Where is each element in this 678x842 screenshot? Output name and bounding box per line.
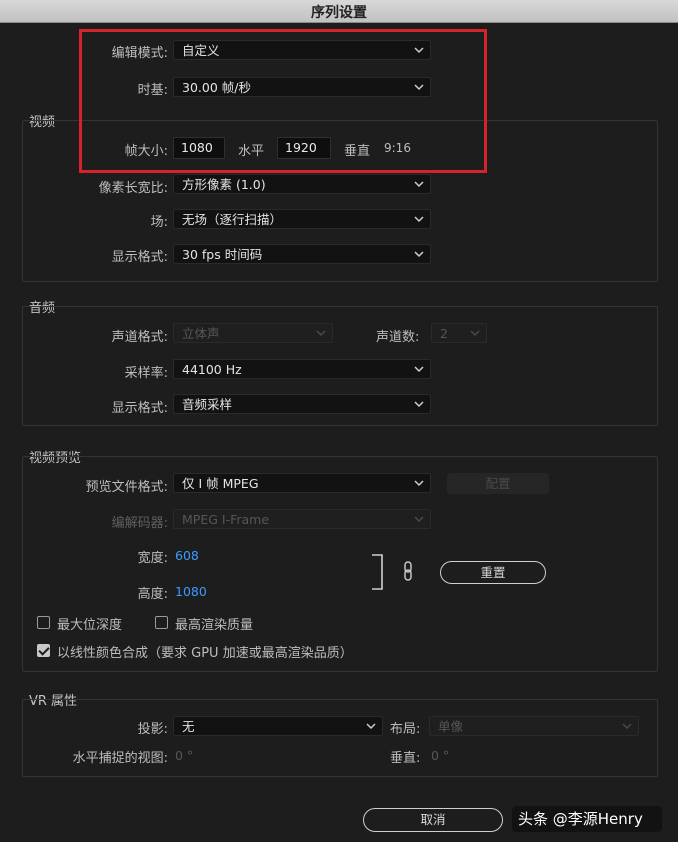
config-button[interactable]: 配置 [447, 473, 549, 494]
cancel-button[interactable]: 取消 [363, 808, 503, 832]
preview-format-value: 仅 I 帧 MPEG [182, 476, 259, 491]
chevron-down-icon [470, 330, 480, 337]
max-bit-depth-label: 最大位深度 [57, 618, 123, 633]
channel-count-dropdown[interactable]: 2 [431, 323, 487, 343]
codec-dropdown[interactable]: MPEG I-Frame [173, 509, 431, 529]
v-fov-label: 垂直: [390, 751, 421, 766]
chevron-down-icon [414, 216, 424, 223]
horizontal-label: 水平 [238, 144, 265, 159]
channel-count-label: 声道数: [376, 330, 420, 345]
timebase-dropdown[interactable]: 30.00 帧/秒 [173, 77, 431, 97]
preview-format-label: 预览文件格式: [85, 480, 168, 495]
channel-format-dropdown[interactable]: 立体声 [173, 323, 333, 343]
width-label: 宽度: [137, 551, 168, 566]
codec-value: MPEG I-Frame [182, 512, 270, 527]
chevron-down-icon [414, 251, 424, 258]
chevron-down-icon [622, 723, 632, 730]
field-label: 场: [150, 215, 168, 230]
sample-rate-value: 44100 Hz [182, 362, 242, 377]
field-dropdown[interactable]: 无场（逐行扫描） [173, 209, 431, 229]
max-render-quality-label: 最高渲染质量 [175, 618, 254, 633]
max-bit-depth-checkbox[interactable] [37, 616, 50, 629]
projection-dropdown[interactable]: 无 [173, 716, 383, 736]
chevron-down-icon [316, 330, 326, 337]
max-render-quality-checkbox[interactable] [155, 616, 168, 629]
watermark: 头条 @李源Henry [512, 806, 662, 832]
layout-value: 单像 [438, 719, 464, 734]
frame-size-label: 帧大小: [124, 144, 168, 159]
height-label: 高度: [137, 587, 168, 602]
v-fov-value[interactable]: 0 ° [431, 748, 449, 763]
channel-count-value: 2 [440, 326, 448, 341]
codec-label: 编解码器: [111, 516, 168, 531]
channel-format-label: 声道格式: [111, 330, 168, 345]
linear-color-label: 以线性颜色合成（要求 GPU 加速或最高渲染品质） [57, 646, 353, 661]
h-fov-label: 水平捕捉的视图: [72, 751, 168, 766]
aspect-ratio: 9:16 [384, 141, 411, 155]
chevron-down-icon [414, 366, 424, 373]
frame-width-field[interactable]: 1080 [173, 137, 225, 159]
link-icon[interactable] [402, 560, 414, 582]
reset-button[interactable]: 重置 [440, 561, 546, 584]
sample-rate-dropdown[interactable]: 44100 Hz [173, 359, 431, 379]
layout-label: 布局: [390, 722, 421, 737]
video-display-format-value: 30 fps 时间码 [182, 247, 263, 262]
video-display-format-label: 显示格式: [111, 250, 168, 265]
width-value[interactable]: 608 [175, 548, 199, 563]
edit-mode-value: 自定义 [182, 43, 220, 58]
video-display-format-dropdown[interactable]: 30 fps 时间码 [173, 244, 431, 264]
window-title: 序列设置 [311, 5, 367, 21]
projection-label: 投影: [137, 722, 168, 737]
chevron-down-icon [366, 723, 376, 730]
preview-format-dropdown[interactable]: 仅 I 帧 MPEG [173, 473, 431, 493]
chevron-down-icon [414, 181, 424, 188]
chevron-down-icon [414, 47, 424, 54]
pixel-aspect-value: 方形像素 (1.0) [182, 177, 266, 192]
timebase-label: 时基: [137, 83, 168, 98]
channel-format-value: 立体声 [182, 326, 220, 341]
field-value: 无场（逐行扫描） [182, 212, 283, 227]
pixel-aspect-dropdown[interactable]: 方形像素 (1.0) [173, 174, 431, 194]
edit-mode-label: 编辑模式: [111, 46, 168, 61]
audio-display-format-dropdown[interactable]: 音频采样 [173, 394, 431, 414]
bracket-icon [372, 554, 383, 590]
linear-color-checkbox[interactable] [37, 644, 50, 657]
edit-mode-dropdown[interactable]: 自定义 [173, 40, 431, 60]
chevron-down-icon [414, 84, 424, 91]
audio-display-format-value: 音频采样 [182, 397, 233, 412]
sample-rate-label: 采样率: [124, 366, 168, 381]
chevron-down-icon [414, 516, 424, 523]
layout-dropdown[interactable]: 单像 [429, 716, 639, 736]
window-title-bar: 序列设置 [0, 0, 678, 23]
chevron-down-icon [414, 480, 424, 487]
h-fov-value[interactable]: 0 ° [175, 748, 193, 763]
audio-display-format-label: 显示格式: [111, 401, 168, 416]
projection-value: 无 [182, 719, 195, 734]
height-value[interactable]: 1080 [175, 584, 207, 599]
vertical-label: 垂直 [344, 144, 371, 159]
pixel-aspect-label: 像素长宽比: [98, 181, 168, 196]
frame-height-field[interactable]: 1920 [277, 137, 331, 159]
chevron-down-icon [414, 401, 424, 408]
timebase-value: 30.00 帧/秒 [182, 80, 251, 95]
